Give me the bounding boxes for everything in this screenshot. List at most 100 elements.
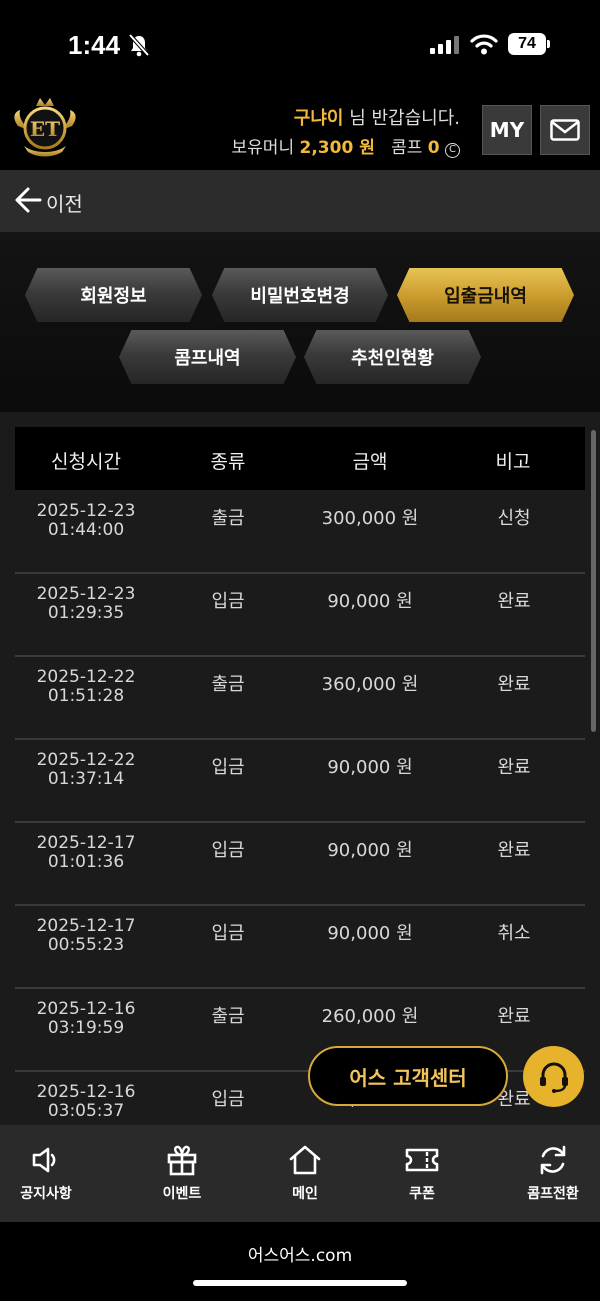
header-request-time: 신청시간 bbox=[51, 451, 121, 473]
row-time: 03:05:37 bbox=[47, 1101, 125, 1121]
row-datetime: 2025-12-22 01:51:28 bbox=[15, 668, 157, 706]
nav-main-label: 메인 bbox=[292, 1186, 318, 1202]
mypage-tab-panel bbox=[0, 232, 600, 412]
bell-muted-icon bbox=[128, 33, 150, 57]
nav-event[interactable]: 이벤트 bbox=[127, 1140, 237, 1203]
row-amount: 90,000 원 bbox=[327, 923, 413, 944]
header-amount: 금액 bbox=[352, 451, 388, 473]
mail-button[interactable] bbox=[540, 105, 590, 155]
comp-label: 콤프 bbox=[391, 138, 428, 158]
row-time: 00:55:23 bbox=[47, 935, 125, 955]
tab-comp-history[interactable]: 콤프내역 bbox=[119, 330, 296, 384]
nav-comp-label: 콤프전환 bbox=[527, 1186, 579, 1202]
row-amount: 300,000 원 bbox=[321, 508, 419, 529]
transaction-table[interactable]: 2025-12-23 01:44:00 출금 300,000 원 신청 2025-12-2… bbox=[0, 412, 600, 1125]
nav-comp-convert[interactable]: 콤프전환 bbox=[498, 1140, 600, 1203]
comp-value: 0 bbox=[427, 138, 440, 158]
table-row[interactable]: 2025-12-23 01:44:00 출금 300,000 원 신청 bbox=[15, 490, 585, 574]
table-row[interactable]: 2025-12-17 01:01:36 입금 90,000 원 완료 bbox=[15, 822, 585, 906]
row-datetime: 2025-12-17 00:55:23 bbox=[15, 917, 157, 955]
wifi-icon bbox=[470, 34, 498, 55]
money-value: 2,300 원 bbox=[299, 138, 375, 158]
row-type: 출금 bbox=[211, 508, 245, 529]
row-type: 입금 bbox=[211, 591, 245, 612]
row-time: 01:44:00 bbox=[47, 520, 125, 540]
nav-coupon[interactable]: 쿠폰 bbox=[367, 1140, 477, 1203]
ticket-icon bbox=[405, 1148, 439, 1172]
battery-tip bbox=[547, 40, 550, 48]
speaker-icon bbox=[32, 1147, 56, 1173]
row-datetime: 2025-12-23 01:29:35 bbox=[15, 585, 157, 623]
row-type: 출금 bbox=[211, 674, 245, 695]
balance-line: 보유머니 2,300 원 콤프 0 C bbox=[232, 133, 460, 158]
row-amount: 90,000 원 bbox=[327, 757, 413, 778]
et-logo[interactable]: ET bbox=[10, 96, 80, 158]
table-row[interactable]: 2025-12-22 01:37:14 입금 90,000 원 완료 bbox=[15, 739, 585, 823]
row-amount: 360,000 원 bbox=[321, 674, 419, 695]
row-amount: 90,000 원 bbox=[327, 591, 413, 612]
table-scrollbar[interactable] bbox=[591, 430, 596, 732]
row-date: 2025-12-17 bbox=[36, 833, 136, 853]
row-datetime: 2025-12-16 03:19:59 bbox=[15, 1000, 157, 1038]
row-note: 완료 bbox=[497, 674, 531, 695]
row-type: 입금 bbox=[211, 757, 245, 778]
greeting-text: 구냐이 님 반갑습니다. bbox=[294, 104, 460, 130]
back-arrow-icon[interactable] bbox=[14, 187, 42, 213]
nav-event-label: 이벤트 bbox=[162, 1186, 202, 1202]
row-time: 01:51:28 bbox=[47, 686, 125, 706]
battery-indicator: 74 bbox=[508, 33, 546, 55]
nav-notice[interactable]: 공지사항 bbox=[0, 1140, 101, 1203]
row-datetime: 2025-12-22 01:37:14 bbox=[15, 751, 157, 789]
row-datetime: 2025-12-17 01:01:36 bbox=[15, 834, 157, 872]
row-note: 완료 bbox=[497, 840, 531, 861]
row-note: 완료 bbox=[497, 591, 531, 612]
tab-referral-status[interactable]: 추천인현황 bbox=[304, 330, 481, 384]
row-time: 01:01:36 bbox=[47, 852, 125, 872]
header-note: 비고 bbox=[495, 451, 531, 473]
table-row[interactable]: 2025-12-22 01:51:28 출금 360,000 원 완료 bbox=[15, 656, 585, 740]
greeting-suffix: 님 반갑습니다. bbox=[343, 108, 460, 129]
tab-member-info[interactable]: 회원정보 bbox=[25, 268, 202, 322]
row-time: 01:37:14 bbox=[47, 769, 125, 789]
svg-text:ET: ET bbox=[30, 117, 60, 141]
comp-coin-icon: C bbox=[445, 143, 460, 158]
row-time: 03:19:59 bbox=[47, 1018, 125, 1038]
tab-deposit-history[interactable]: 입출금내역 bbox=[397, 268, 574, 322]
status-time: 1:44 bbox=[68, 30, 121, 60]
row-time: 01:29:35 bbox=[47, 603, 125, 623]
mail-icon bbox=[550, 119, 580, 141]
customer-center-button[interactable]: 어스 고객센터 bbox=[308, 1046, 508, 1106]
my-page-button[interactable]: MY bbox=[482, 105, 532, 155]
row-date: 2025-12-16 bbox=[36, 999, 136, 1019]
home-indicator[interactable] bbox=[193, 1280, 407, 1286]
refresh-icon bbox=[540, 1145, 566, 1175]
row-note: 취소 bbox=[497, 923, 531, 944]
tab-change-password[interactable]: 비밀번호변경 bbox=[212, 268, 388, 322]
row-note: 신청 bbox=[497, 508, 531, 529]
customer-support-button[interactable] bbox=[523, 1046, 584, 1107]
headset-icon bbox=[539, 1062, 568, 1093]
nav-notice-label: 공지사항 bbox=[20, 1186, 72, 1202]
row-datetime: 2025-12-23 01:44:00 bbox=[15, 502, 157, 540]
row-note: 완료 bbox=[497, 757, 531, 778]
cellular-signal-icon bbox=[430, 36, 459, 54]
row-date: 2025-12-16 bbox=[36, 1082, 136, 1102]
table-row[interactable]: 2025-12-17 00:55:23 입금 90,000 원 취소 bbox=[15, 905, 585, 989]
row-type: 출금 bbox=[211, 1006, 245, 1027]
nav-main[interactable]: 메인 bbox=[250, 1140, 360, 1203]
row-date: 2025-12-23 bbox=[36, 584, 136, 604]
money-label: 보유머니 bbox=[231, 138, 300, 158]
user-nickname: 구냐이 bbox=[293, 108, 344, 129]
browser-url[interactable]: 어스어스.com bbox=[0, 1241, 600, 1266]
row-type: 입금 bbox=[211, 840, 245, 861]
back-button[interactable]: 이전 bbox=[46, 188, 83, 217]
row-note: 완료 bbox=[497, 1006, 531, 1027]
row-amount: 260,000 원 bbox=[321, 1006, 419, 1027]
row-amount: 90,000 원 bbox=[327, 840, 413, 861]
nav-coupon-label: 쿠폰 bbox=[409, 1186, 435, 1202]
table-row[interactable]: 2025-12-23 01:29:35 입금 90,000 원 완료 bbox=[15, 573, 585, 657]
row-type: 입금 bbox=[211, 923, 245, 944]
back-bar bbox=[0, 170, 600, 232]
header-type: 종류 bbox=[210, 451, 246, 473]
gift-icon bbox=[167, 1145, 197, 1176]
